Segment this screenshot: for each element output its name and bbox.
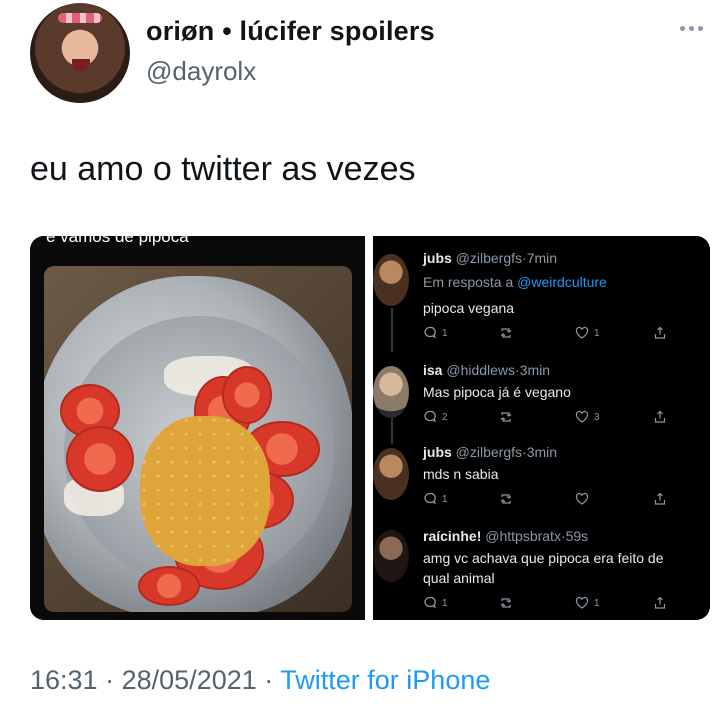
- media-divider: [365, 236, 373, 620]
- thread-line: [391, 414, 393, 444]
- author-handle[interactable]: @dayrolx: [146, 56, 256, 87]
- comment-icon: [424, 326, 436, 339]
- reply-actions: 1: [423, 492, 673, 510]
- tweet-date[interactable]: 28/05/2021: [122, 665, 257, 695]
- reply-time: 59s: [565, 528, 589, 544]
- reply-text: Mas pipoca já é vegano: [423, 384, 571, 400]
- reply-author-name: isa: [423, 362, 443, 378]
- reply-actions: 1 1: [423, 326, 673, 344]
- reply-actions: 1 1: [423, 596, 673, 614]
- timestamp-separator: ·: [264, 665, 274, 695]
- tweet-media[interactable]: e vamos de pipoca jubs @zilbergfs·7min E…: [30, 236, 710, 620]
- reply-author-name: jubs: [423, 444, 452, 460]
- avatar-mouth-shape: [72, 59, 90, 71]
- tweet-text: eu amo o twitter as vezes: [30, 150, 416, 188]
- reply-text-line-1: amg vc achava que pipoca era feito de: [423, 550, 664, 566]
- reply-avatar: [373, 530, 409, 582]
- retweet-icon: [500, 598, 512, 608]
- reply-to-prefix: Em resposta a: [423, 274, 518, 290]
- reply-author-name: jubs: [423, 250, 452, 266]
- reply-count: 2: [442, 411, 448, 423]
- media-right-screenshot: jubs @zilbergfs·7min Em resposta a @weir…: [373, 236, 710, 620]
- reply-text-line-2: qual animal: [423, 570, 495, 586]
- photo-caption: e vamos de pipoca: [46, 236, 189, 246]
- heart-icon: [575, 410, 589, 423]
- thread-line: [391, 308, 393, 352]
- retweet-icon: [500, 412, 512, 422]
- popcorn-pot-photo: [44, 266, 352, 612]
- heart-icon: [575, 492, 589, 505]
- tweet-timestamp: 16:31 · 28/05/2021 · Twitter for iPhone: [30, 665, 490, 696]
- reply-count: 1: [442, 493, 448, 505]
- retweet-icon: [500, 328, 512, 338]
- reply-text: pipoca vegana: [423, 300, 515, 316]
- tomato-slice-shape: [222, 366, 272, 424]
- tweet-time[interactable]: 16:31: [30, 665, 98, 695]
- like-count: 1: [594, 597, 600, 609]
- popcorn-kernels-shape: [140, 416, 270, 566]
- timestamp-separator: ·: [105, 665, 115, 695]
- share-icon: [654, 326, 666, 339]
- reply-time: 7min: [526, 250, 558, 266]
- tomato-slice-shape: [138, 566, 200, 606]
- comment-icon: [424, 596, 436, 609]
- like-count: 3: [594, 411, 600, 423]
- comment-icon: [424, 492, 436, 505]
- author-display-name[interactable]: oriøn • lúcifer spoilers: [146, 16, 435, 47]
- reply-author-handle: @hiddlews: [446, 362, 516, 378]
- reply-text: mds n sabia: [423, 466, 499, 482]
- tweet-source-link[interactable]: Twitter for iPhone: [280, 665, 490, 695]
- share-icon: [654, 596, 666, 609]
- flower-crown-shape: [58, 13, 102, 23]
- reply-time: 3min: [526, 444, 558, 460]
- reply-avatar: [373, 254, 409, 306]
- more-options-icon[interactable]: [680, 26, 706, 36]
- reply-time: 3min: [519, 362, 551, 378]
- heart-icon: [575, 596, 589, 609]
- reply-author-handle: @zilbergfs: [455, 250, 523, 266]
- reply-author-handle: @httpsbratx: [485, 528, 561, 544]
- heart-icon: [575, 326, 589, 339]
- like-count: 1: [594, 327, 600, 339]
- reply-to-handle: @weirdculture: [517, 274, 607, 290]
- reply-count: 1: [442, 327, 448, 339]
- reply-avatar: [373, 366, 409, 418]
- reply-author-handle: @zilbergfs: [455, 444, 523, 460]
- tomato-slice-shape: [66, 426, 134, 492]
- author-avatar[interactable]: [30, 3, 130, 103]
- media-left-photo: e vamos de pipoca: [30, 236, 365, 620]
- share-icon: [654, 492, 666, 505]
- reply-count: 1: [442, 597, 448, 609]
- comment-icon: [424, 410, 436, 423]
- reply-author-name: raícinhe!: [423, 528, 482, 544]
- reply-avatar: [373, 448, 409, 500]
- reply-actions: 2 3: [423, 410, 673, 428]
- share-icon: [654, 410, 666, 423]
- retweet-icon: [500, 494, 512, 504]
